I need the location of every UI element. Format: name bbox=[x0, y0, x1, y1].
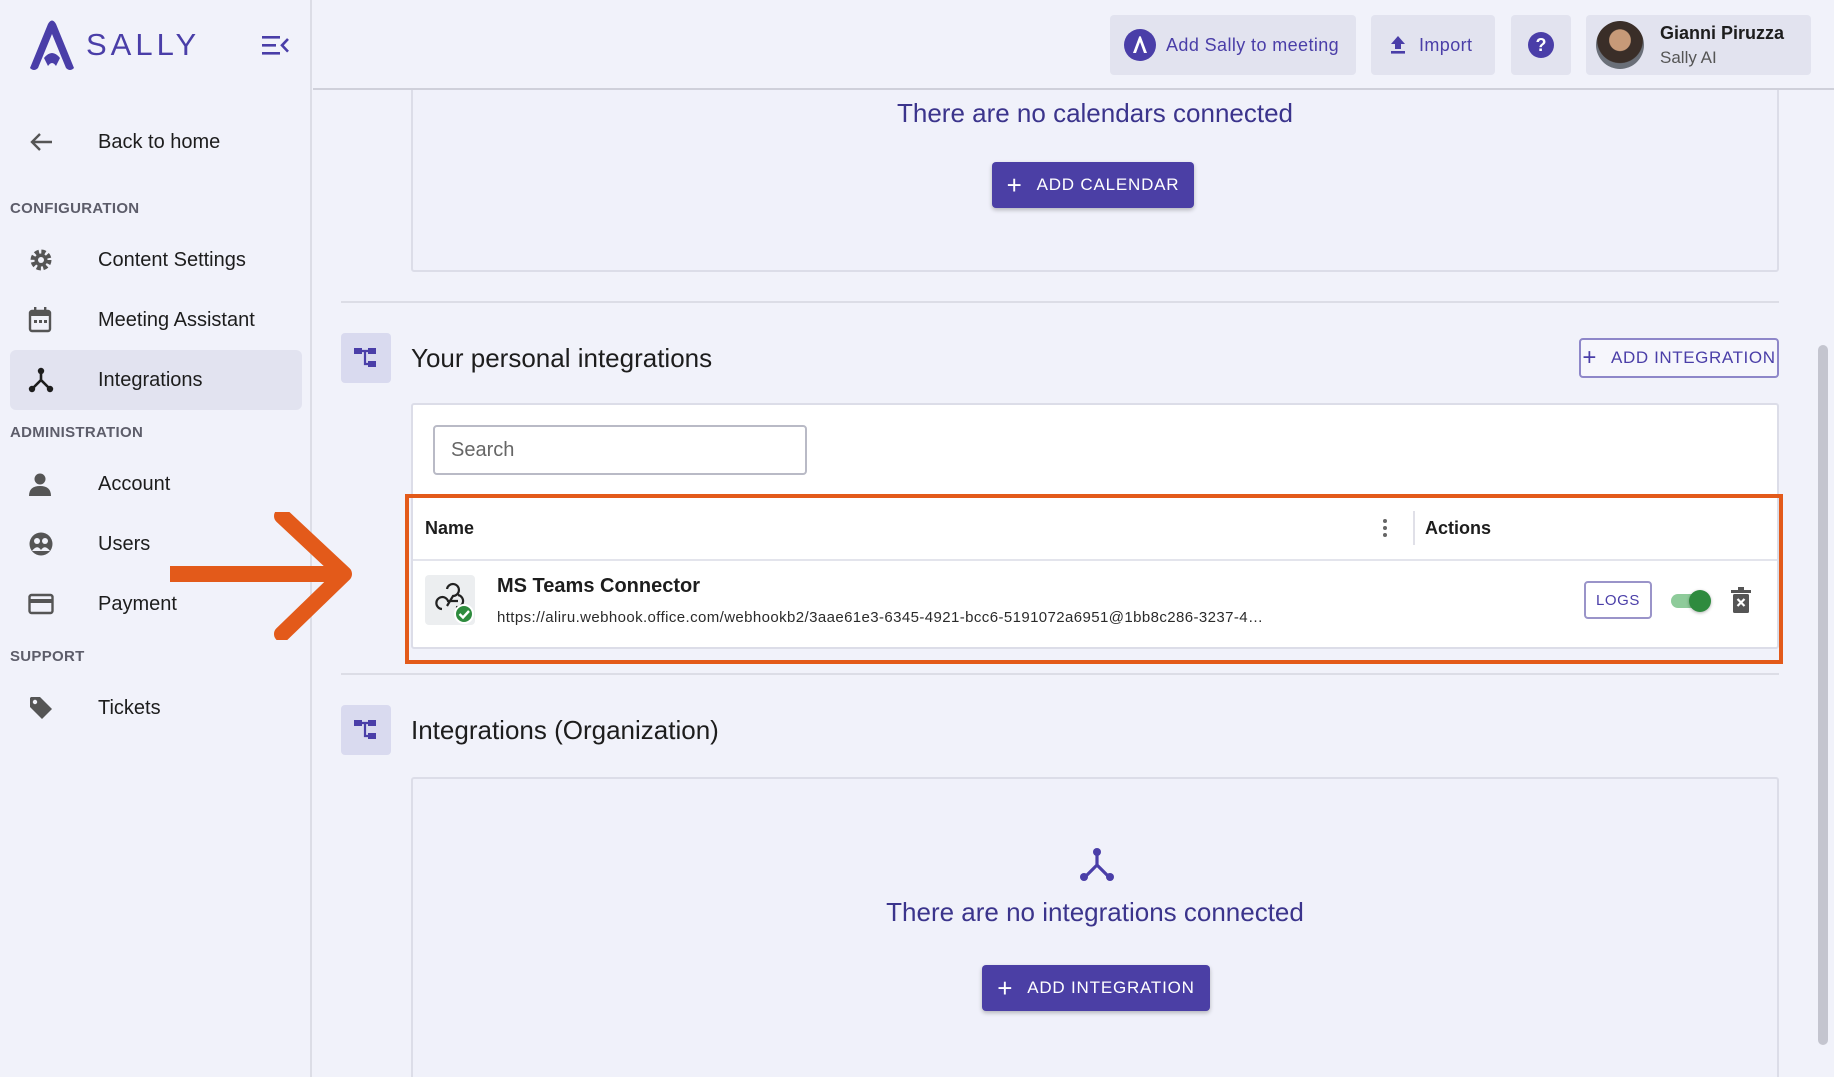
back-to-home-label: Back to home bbox=[98, 130, 221, 153]
sidebar-item-label: Tickets bbox=[98, 696, 161, 719]
collapse-menu-icon[interactable] bbox=[262, 34, 290, 56]
brand-name: SALLY bbox=[86, 27, 201, 62]
help-icon: ? bbox=[1528, 32, 1554, 58]
nav-section-administration: ADMINISTRATION bbox=[10, 423, 144, 441]
sidebar-item-integrations[interactable]: Integrations bbox=[10, 350, 302, 410]
nav-section-configuration: CONFIGURATION bbox=[10, 199, 140, 217]
import-label: Import bbox=[1419, 34, 1473, 55]
highlight-box bbox=[405, 494, 1783, 664]
arrow-left-icon bbox=[28, 128, 72, 156]
sidebar-item-label: Meeting Assistant bbox=[98, 308, 255, 331]
integrations-icon bbox=[1080, 848, 1114, 881]
brand-logo[interactable]: SALLY bbox=[24, 18, 200, 72]
sidebar-item-label: Users bbox=[98, 532, 151, 555]
user-name: Gianni Piruzza bbox=[1660, 22, 1785, 43]
divider bbox=[341, 673, 1779, 675]
add-org-integration-label: ADD INTEGRATION bbox=[1027, 978, 1195, 997]
sidebar-nav: Back to home CONFIGURATION Content Setti… bbox=[0, 112, 312, 738]
add-org-integration-button[interactable]: + ADD INTEGRATION bbox=[982, 965, 1210, 1011]
sidebar-item-account[interactable]: Account bbox=[10, 454, 302, 514]
person-icon bbox=[28, 470, 72, 498]
org-integrations-section-icon bbox=[341, 705, 391, 755]
org-integrations-title: Integrations (Organization) bbox=[411, 715, 719, 745]
plus-icon: + bbox=[1582, 344, 1598, 371]
tag-icon bbox=[28, 694, 72, 722]
add-integration-label: ADD INTEGRATION bbox=[1611, 348, 1776, 367]
add-integration-button[interactable]: + ADD INTEGRATION bbox=[1579, 338, 1779, 378]
arrow-right-icon bbox=[170, 512, 352, 640]
search-input[interactable] bbox=[433, 425, 807, 475]
sidebar-item-label: Integrations bbox=[98, 368, 203, 391]
upload-icon bbox=[1391, 36, 1405, 54]
integrations-section-icon bbox=[341, 333, 391, 383]
add-calendar-label: ADD CALENDAR bbox=[1036, 175, 1180, 194]
personal-integrations-title: Your personal integrations bbox=[411, 343, 713, 373]
sidebar-item-label: Account bbox=[98, 472, 171, 495]
user-menu[interactable]: Gianni Piruzza Sally AI bbox=[1586, 15, 1811, 75]
topbar: Add Sally to meeting Import ? Gianni Pir… bbox=[313, 0, 1834, 90]
scrollbar[interactable] bbox=[1818, 345, 1828, 1045]
divider bbox=[341, 301, 1779, 303]
sidebar-item-meeting-assistant[interactable]: Meeting Assistant bbox=[10, 290, 302, 350]
calendars-card: There are no calendars connected + ADD C… bbox=[411, 90, 1779, 272]
plus-icon: + bbox=[997, 973, 1014, 1003]
plus-icon: + bbox=[1006, 170, 1023, 200]
credit-card-icon bbox=[28, 590, 72, 618]
sidebar-item-label: Content Settings bbox=[98, 248, 246, 271]
svg-text:?: ? bbox=[1536, 35, 1547, 55]
nav-section-support: SUPPORT bbox=[10, 647, 85, 665]
users-icon bbox=[28, 530, 72, 558]
back-to-home-link[interactable]: Back to home bbox=[10, 112, 302, 172]
add-sally-label: Add Sally to meeting bbox=[1166, 34, 1340, 55]
org-integrations-empty-text: There are no integrations connected bbox=[886, 897, 1304, 927]
user-org: Sally AI bbox=[1660, 47, 1717, 67]
integrations-icon bbox=[28, 366, 72, 394]
add-sally-to-meeting-button[interactable]: Add Sally to meeting bbox=[1110, 15, 1356, 75]
add-calendar-button[interactable]: + ADD CALENDAR bbox=[992, 162, 1194, 208]
import-button[interactable]: Import bbox=[1371, 15, 1495, 75]
sidebar-item-content-settings[interactable]: Content Settings bbox=[10, 230, 302, 290]
avatar bbox=[1596, 21, 1644, 69]
org-integrations-card: There are no integrations connected + AD… bbox=[411, 777, 1779, 1077]
calendar-icon bbox=[28, 306, 72, 334]
sidebar-item-label: Payment bbox=[98, 592, 177, 615]
sally-logo-icon bbox=[1124, 29, 1156, 61]
calendars-empty-text: There are no calendars connected bbox=[896, 98, 1294, 128]
sally-logo-icon bbox=[30, 20, 74, 70]
sidebar-item-tickets[interactable]: Tickets bbox=[10, 678, 302, 738]
gear-icon bbox=[28, 246, 72, 274]
help-button[interactable]: ? bbox=[1511, 15, 1571, 75]
